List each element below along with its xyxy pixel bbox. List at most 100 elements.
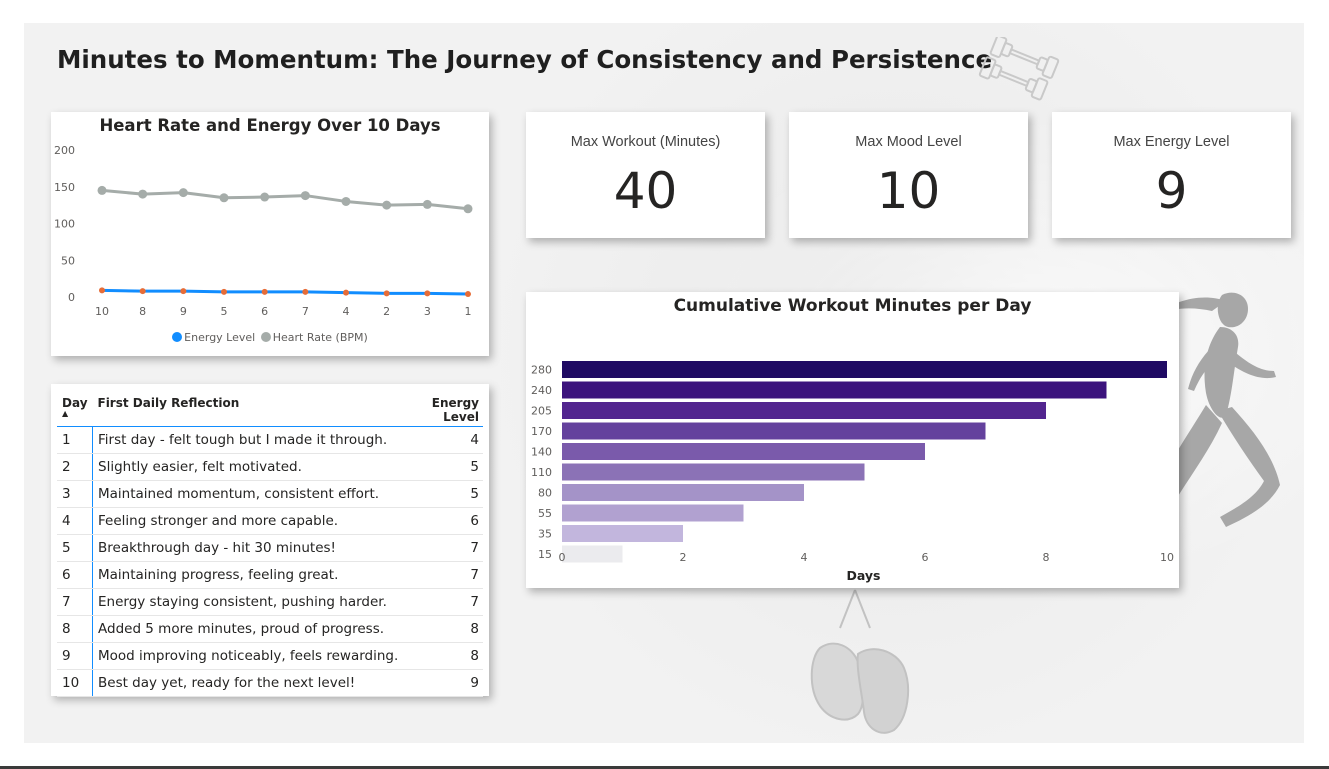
table-row[interactable]: 6 Maintaining progress, feeling great. 7 xyxy=(57,561,483,589)
column-header-day[interactable]: Day ▲ xyxy=(57,392,93,427)
category-label: 35 xyxy=(538,528,552,541)
data-point xyxy=(180,288,187,295)
table-row[interactable]: 10 Best day yet, ready for the next level… xyxy=(57,669,483,697)
cell-day: 6 xyxy=(57,561,93,589)
category-label: 205 xyxy=(531,405,552,418)
cell-energy: 4 xyxy=(402,426,483,454)
data-point xyxy=(463,204,473,214)
x-tick-label: 4 xyxy=(801,551,808,564)
bar xyxy=(562,381,1107,399)
kpi-card-max-mood: Max Mood Level 10 xyxy=(789,112,1028,238)
cell-reflection: Best day yet, ready for the next level! xyxy=(92,669,403,697)
data-point xyxy=(139,288,146,295)
cell-reflection: Breakthrough day - hit 30 minutes! xyxy=(92,534,403,562)
cell-day: 8 xyxy=(57,615,93,643)
legend-item-energy[interactable]: Energy Level xyxy=(172,331,255,344)
x-tick-label: 10 xyxy=(95,305,109,318)
bar-chart-plot: 280 240 205 170 140 110 80 55 35 15 0 2 4 6 8 10 xyxy=(531,361,1174,564)
cell-energy: 6 xyxy=(402,507,483,535)
y-tick-label: 150 xyxy=(54,181,75,194)
page-title: Minutes to Momentum: The Journey of Cons… xyxy=(57,45,993,74)
x-tick-label: 3 xyxy=(424,305,431,318)
table-row[interactable]: 7 Energy staying consistent, pushing hard… xyxy=(57,588,483,616)
column-header-day-label: Day xyxy=(62,396,88,410)
x-tick-label: 1 xyxy=(465,305,472,318)
cell-energy: 5 xyxy=(402,453,483,481)
y-tick-label: 200 xyxy=(54,144,75,157)
cell-reflection: Maintained momentum, consistent effort. xyxy=(92,480,403,508)
dumbbell-icon xyxy=(978,37,1060,101)
cell-reflection: Slightly easier, felt motivated. xyxy=(92,453,403,481)
cell-day: 3 xyxy=(57,480,93,508)
cell-energy: 7 xyxy=(402,588,483,616)
column-header-reflection[interactable]: First Daily Reflection xyxy=(92,392,403,427)
table-row[interactable]: 8 Added 5 more minutes, proud of progress… xyxy=(57,615,483,643)
kpi-card-max-workout: Max Workout (Minutes) 40 xyxy=(526,112,765,238)
cell-reflection: Feeling stronger and more capable. xyxy=(92,507,403,535)
kpi-label-max-energy: Max Energy Level xyxy=(1113,134,1230,150)
cell-day: 1 xyxy=(57,426,93,454)
table-row[interactable]: 9 Mood improving noticeably, feels reward… xyxy=(57,642,483,670)
data-point xyxy=(221,288,227,295)
cumulative-minutes-chart: Cumulative Workout Minutes per Day 280 24… xyxy=(526,292,1179,588)
category-label: 15 xyxy=(538,548,552,561)
category-label: 55 xyxy=(538,507,552,520)
data-point xyxy=(343,289,349,296)
kpi-value-max-energy: 9 xyxy=(1155,162,1188,220)
reflections-table: Day ▲ First Daily Reflection Energy Level… xyxy=(57,392,483,697)
x-tick-label: 6 xyxy=(922,551,929,564)
table-row[interactable]: 2 Slightly easier, felt motivated. 5 xyxy=(57,453,483,481)
report-canvas: Minutes to Momentum: The Journey of Cons… xyxy=(24,23,1304,743)
category-label: 170 xyxy=(531,425,552,438)
table-row[interactable]: 5 Breakthrough day - hit 30 minutes! 7 xyxy=(57,534,483,562)
table-header-row: Day ▲ First Daily Reflection Energy Level xyxy=(57,392,483,427)
legend-item-heart-rate[interactable]: Heart Rate (BPM) xyxy=(260,331,368,344)
x-tick-label: 2 xyxy=(383,305,390,318)
x-tick-label: 9 xyxy=(180,305,187,318)
data-point xyxy=(138,189,148,199)
table-row[interactable]: 3 Maintained momentum, consistent effort.… xyxy=(57,480,483,508)
cell-day: 9 xyxy=(57,642,93,670)
kpi-value-max-workout: 40 xyxy=(613,162,678,220)
bar xyxy=(562,484,804,501)
y-tick-label: 0 xyxy=(68,291,75,304)
bar xyxy=(562,525,683,542)
series-line-energy-level xyxy=(101,288,469,296)
data-point xyxy=(99,287,105,294)
x-tick-label: 8 xyxy=(1043,551,1050,564)
data-point xyxy=(302,288,309,295)
line-chart-plot: 0 50 100 150 200 10 8 9 5 6 7 4 2 3 1 xyxy=(54,144,473,318)
cell-energy: 5 xyxy=(402,480,483,508)
data-point xyxy=(382,200,392,210)
data-point xyxy=(260,192,270,202)
legend-label-energy: Energy Level xyxy=(184,331,256,344)
legend-label-heart-rate: Heart Rate (BPM) xyxy=(272,331,368,344)
boxing-gloves-icon xyxy=(810,589,910,734)
kpi-label-max-mood: Max Mood Level xyxy=(855,134,962,150)
x-tick-label: 4 xyxy=(343,305,350,318)
category-label: 80 xyxy=(538,487,552,500)
cell-day: 10 xyxy=(57,669,93,697)
column-header-energy[interactable]: Energy Level xyxy=(402,392,483,427)
bar xyxy=(562,422,986,440)
table-row[interactable]: 1 First day - felt tough but I made it th… xyxy=(57,426,483,454)
line-chart-legend: Energy Level Heart Rate (BPM) xyxy=(51,331,489,344)
data-point xyxy=(424,290,431,297)
cell-day: 5 xyxy=(57,534,93,562)
cell-energy: 9 xyxy=(402,669,483,697)
kpi-value-max-mood: 10 xyxy=(876,162,941,220)
x-tick-label: 2 xyxy=(680,551,687,564)
data-point xyxy=(300,191,310,201)
x-tick-label: 6 xyxy=(261,305,268,318)
category-label: 280 xyxy=(531,364,552,377)
bar xyxy=(562,361,1167,378)
reflections-table-card: Day ▲ First Daily Reflection Energy Level… xyxy=(51,384,489,697)
table-row[interactable]: 4 Feeling stronger and more capable. 6 xyxy=(57,507,483,535)
cell-energy: 8 xyxy=(402,642,483,670)
data-point xyxy=(422,199,432,209)
cell-reflection: Maintaining progress, feeling great. xyxy=(92,561,403,589)
heart-rate-legend-marker xyxy=(260,332,271,342)
data-point xyxy=(383,290,390,297)
y-tick-label: 100 xyxy=(54,218,75,231)
bar-chart-x-axis-title: Days xyxy=(846,568,881,583)
